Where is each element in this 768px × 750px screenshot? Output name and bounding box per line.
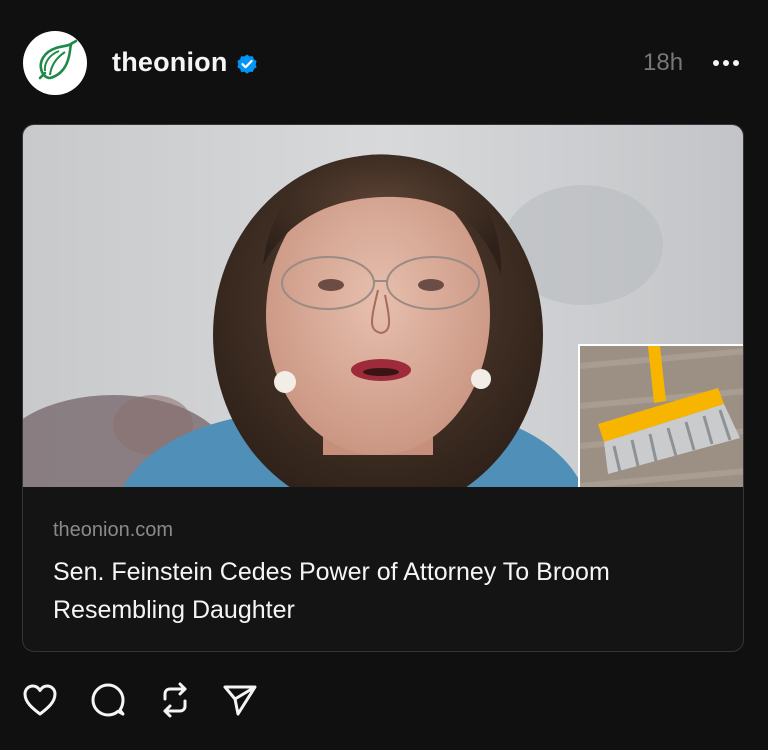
repost-icon <box>163 682 187 718</box>
link-preview-card[interactable]: theonion.com Sen. Feinstein Cedes Power … <box>22 124 744 652</box>
post-timestamp: 18h <box>643 49 684 76</box>
like-button[interactable] <box>20 680 60 720</box>
article-image <box>23 125 743 487</box>
broom-inset-image <box>578 344 743 487</box>
more-options-icon <box>713 60 739 66</box>
username[interactable]: theonion <box>112 47 228 78</box>
post-actions <box>0 680 768 730</box>
avatar[interactable] <box>23 31 87 95</box>
comment-button[interactable] <box>88 680 128 720</box>
send-icon <box>223 685 257 716</box>
post-header: theonion 18h <box>0 0 768 125</box>
heart-icon <box>23 684 57 716</box>
onion-logo-icon <box>29 37 81 89</box>
more-options-button[interactable] <box>708 48 744 78</box>
repost-button[interactable] <box>155 680 195 720</box>
verified-badge-icon <box>237 54 257 74</box>
share-button[interactable] <box>220 680 260 720</box>
link-title: Sen. Feinstein Cedes Power of Attorney T… <box>53 558 610 624</box>
link-domain: theonion.com <box>53 519 174 541</box>
comment-bubble-icon <box>91 683 125 717</box>
